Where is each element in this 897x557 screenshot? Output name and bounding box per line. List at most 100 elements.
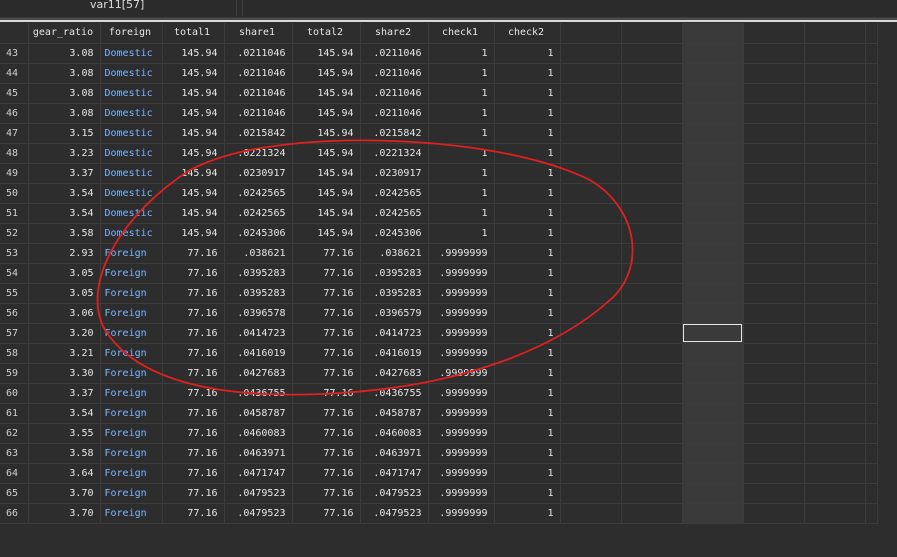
cell-empty[interactable]: [621, 363, 683, 384]
cell-empty[interactable]: [560, 383, 622, 404]
cell-empty[interactable]: [804, 343, 866, 364]
cell-empty[interactable]: [743, 343, 805, 364]
cell-gear_ratio[interactable]: 3.55: [28, 423, 101, 444]
cell-check2[interactable]: 1: [494, 123, 561, 144]
cell-foreign[interactable]: Domestic: [100, 203, 163, 224]
cell-check2[interactable]: 1: [494, 103, 561, 124]
cell-empty[interactable]: [560, 243, 622, 264]
column-header-total1[interactable]: total1: [162, 23, 225, 44]
cell-total1[interactable]: 77.16: [162, 303, 225, 324]
cell-check2[interactable]: 1: [494, 483, 561, 504]
cell-empty[interactable]: [865, 423, 878, 444]
cell-total2[interactable]: 77.16: [292, 383, 361, 404]
cell-total2[interactable]: 145.94: [292, 223, 361, 244]
cell-empty[interactable]: [560, 343, 622, 364]
cell-share2[interactable]: .0221324: [360, 143, 429, 164]
cell-share2[interactable]: .0471747: [360, 463, 429, 484]
cell-empty[interactable]: [743, 383, 805, 404]
cell-check1[interactable]: 1: [428, 183, 495, 204]
cell-empty[interactable]: [621, 503, 683, 524]
cell-total1[interactable]: 145.94: [162, 183, 225, 204]
cell-total1[interactable]: 77.16: [162, 263, 225, 284]
cell-check1[interactable]: .9999999: [428, 263, 495, 284]
cell-empty[interactable]: [682, 463, 744, 484]
table-row[interactable]: 64 3.64 Foreign 77.16.0471747 77.16.0471747.…: [0, 463, 878, 484]
column-header-empty[interactable]: [621, 23, 683, 44]
cell-empty[interactable]: [804, 223, 866, 244]
cell-check1[interactable]: .9999999: [428, 403, 495, 424]
cell-empty[interactable]: [743, 123, 805, 144]
cell-total2[interactable]: 77.16: [292, 403, 361, 424]
cell-total1[interactable]: 77.16: [162, 243, 225, 264]
cell-empty[interactable]: [865, 383, 878, 404]
cell-gear_ratio[interactable]: 3.08: [28, 83, 101, 104]
cell-share1[interactable]: .0211046: [224, 43, 293, 64]
cell-empty[interactable]: [682, 503, 744, 524]
cell-total2[interactable]: 145.94: [292, 63, 361, 84]
row-number[interactable]: 45: [0, 83, 29, 104]
cell-empty[interactable]: [804, 363, 866, 384]
cell-empty[interactable]: [621, 183, 683, 204]
cell-share2[interactable]: .0396579: [360, 303, 429, 324]
table-row[interactable]: 58 3.21 Foreign 77.16.0416019 77.16.0416019.…: [0, 343, 878, 364]
cell-total2[interactable]: 145.94: [292, 83, 361, 104]
cell-total2[interactable]: 77.16: [292, 283, 361, 304]
cell-check1[interactable]: .9999999: [428, 503, 495, 524]
cell-share1[interactable]: .0479523: [224, 483, 293, 504]
cell-empty[interactable]: [560, 423, 622, 444]
cell-share2[interactable]: .0245306: [360, 223, 429, 244]
table-row[interactable]: 62 3.55 Foreign 77.16.0460083 77.16.0460083.…: [0, 423, 878, 444]
cell-total2[interactable]: 77.16: [292, 243, 361, 264]
cell-share2[interactable]: .0211046: [360, 83, 429, 104]
cell-empty[interactable]: [743, 283, 805, 304]
cell-empty[interactable]: [804, 243, 866, 264]
cell-share1[interactable]: .0211046: [224, 103, 293, 124]
cell-share2[interactable]: .0460083: [360, 423, 429, 444]
cell-empty[interactable]: [621, 463, 683, 484]
table-row[interactable]: 46 3.08 Domestic 145.94.0211046 145.94.02110…: [0, 103, 878, 124]
cell-gear_ratio[interactable]: 3.21: [28, 343, 101, 364]
cell-foreign[interactable]: Foreign: [100, 483, 163, 504]
table-row[interactable]: 52 3.58 Domestic 145.94.0245306 145.94.02453…: [0, 223, 878, 244]
row-number[interactable]: 50: [0, 183, 29, 204]
cell-empty[interactable]: [865, 103, 878, 124]
cell-total1[interactable]: 145.94: [162, 163, 225, 184]
cell-empty[interactable]: [682, 63, 744, 84]
cell-empty[interactable]: [682, 403, 744, 424]
cell-total2[interactable]: 145.94: [292, 163, 361, 184]
cell-foreign[interactable]: Foreign: [100, 443, 163, 464]
cell-foreign[interactable]: Foreign: [100, 463, 163, 484]
cell-empty[interactable]: [804, 323, 866, 344]
cell-empty[interactable]: [865, 43, 878, 64]
cell-check2[interactable]: 1: [494, 503, 561, 524]
cell-check2[interactable]: 1: [494, 223, 561, 244]
cell-check2[interactable]: 1: [494, 83, 561, 104]
cell-empty[interactable]: [682, 83, 744, 104]
cell-empty[interactable]: [743, 423, 805, 444]
table-row[interactable]: 51 3.54 Domestic 145.94.0242565 145.94.02425…: [0, 203, 878, 224]
cell-empty[interactable]: [865, 263, 878, 284]
cell-gear_ratio[interactable]: 2.93: [28, 243, 101, 264]
cell-empty[interactable]: [804, 463, 866, 484]
cell-total2[interactable]: 145.94: [292, 103, 361, 124]
cell-check1[interactable]: 1: [428, 143, 495, 164]
cell-empty[interactable]: [743, 363, 805, 384]
row-number[interactable]: 49: [0, 163, 29, 184]
cell-empty[interactable]: [621, 103, 683, 124]
cell-empty[interactable]: [865, 143, 878, 164]
cell-empty[interactable]: [682, 143, 744, 164]
cell-empty[interactable]: [865, 243, 878, 264]
cell-share2[interactable]: .0479523: [360, 483, 429, 504]
column-header-gear_ratio[interactable]: gear_ratio: [28, 23, 101, 44]
cell-empty[interactable]: [560, 63, 622, 84]
cell-gear_ratio[interactable]: 3.08: [28, 43, 101, 64]
cell-foreign[interactable]: Domestic: [100, 83, 163, 104]
cell-foreign[interactable]: Foreign: [100, 283, 163, 304]
cell-check1[interactable]: 1: [428, 103, 495, 124]
cell-share1[interactable]: .0427683: [224, 363, 293, 384]
cell-empty[interactable]: [560, 103, 622, 124]
cell-empty[interactable]: [682, 183, 744, 204]
cell-check1[interactable]: .9999999: [428, 463, 495, 484]
cell-share2[interactable]: .038621: [360, 243, 429, 264]
cell-empty[interactable]: [682, 343, 744, 364]
